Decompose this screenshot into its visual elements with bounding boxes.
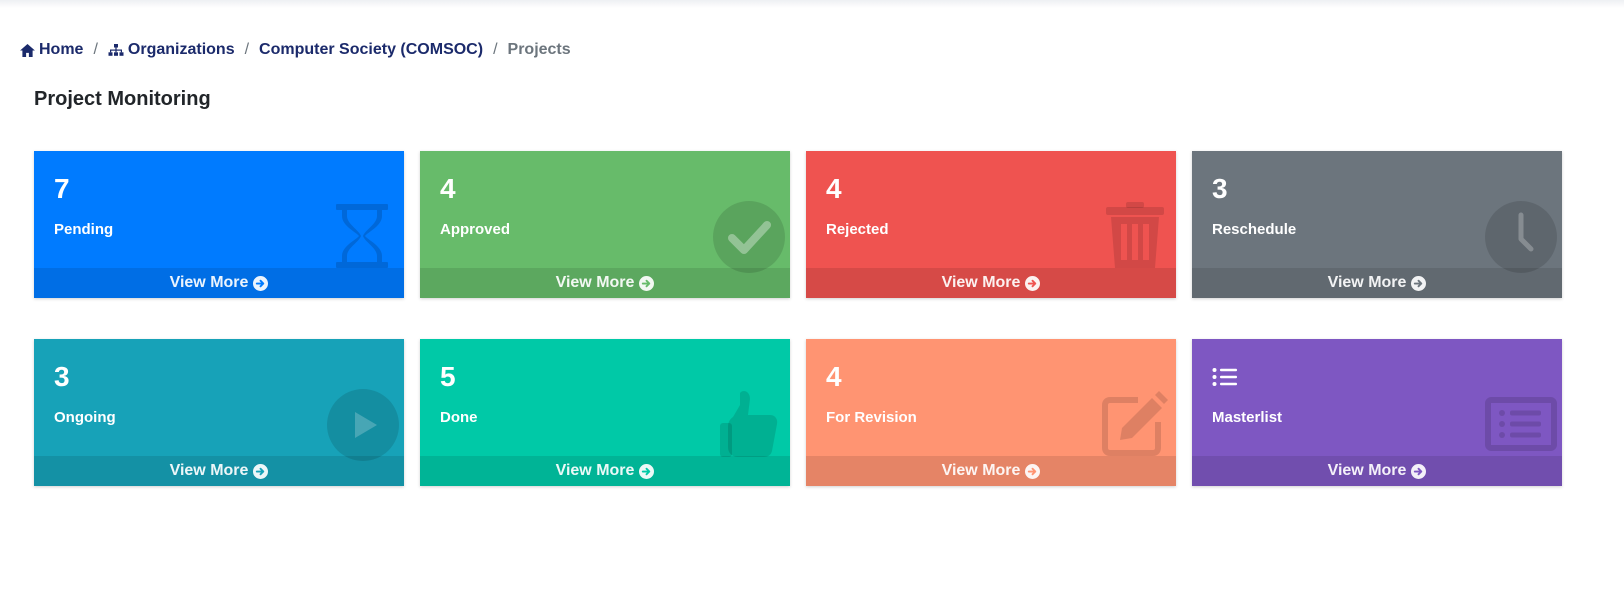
thumbs-up-icon [720,391,778,457]
rejected-label: Rejected [826,221,889,238]
rejected-card[interactable]: 4 Rejected View More [806,151,1176,298]
arrow-circle-right-icon [1411,275,1427,291]
rejected-view-more[interactable]: View More [806,268,1176,298]
list-alt-icon [1485,397,1557,451]
approved-view-more[interactable]: View More [420,268,790,298]
breadcrumb-organizations-label: Organizations [127,41,235,58]
ongoing-label: Ongoing [54,409,116,426]
arrow-circle-right-icon [253,275,269,291]
for-revision-count: 4 [826,361,842,392]
done-view-more[interactable]: View More [420,456,790,486]
hourglass-icon [336,204,388,268]
play-circle-icon [327,389,399,461]
page-title: Project Monitoring [34,88,211,110]
header-shadow [0,0,1624,8]
check-circle-icon [713,201,785,273]
reschedule-label: Reschedule [1212,221,1297,238]
view-more-label: View More [1327,462,1407,479]
pending-card[interactable]: 7 Pending View More [34,151,404,298]
breadcrumb-separator: / [493,41,498,58]
ongoing-count: 3 [54,361,70,392]
rejected-count: 4 [826,173,842,204]
ongoing-view-more[interactable]: View More [34,456,404,486]
reschedule-card[interactable]: 3 Reschedule View More [1192,151,1562,298]
view-more-label: View More [555,274,635,291]
clock-icon [1485,201,1557,273]
arrow-circle-right-icon [1411,463,1427,479]
for-revision-card[interactable]: 4 For Revision View More [806,339,1176,486]
arrow-circle-right-icon [1025,275,1041,291]
approved-count: 4 [440,173,456,204]
breadcrumb-home-label: Home [39,41,84,58]
view-more-label: View More [941,462,1021,479]
view-more-label: View More [555,462,635,479]
pending-count: 7 [54,173,70,204]
breadcrumb-home[interactable]: Home [20,41,83,59]
breadcrumb-organizations[interactable]: Organizations [108,41,235,59]
view-more-label: View More [169,462,249,479]
masterlist-view-more[interactable]: View More [1192,456,1562,486]
done-card[interactable]: 5 Done View More [420,339,790,486]
reschedule-view-more[interactable]: View More [1192,268,1562,298]
arrow-circle-right-icon [639,275,655,291]
pending-label: Pending [54,221,114,238]
reschedule-count: 3 [1212,173,1228,204]
breadcrumb-current: Projects [507,41,571,58]
view-more-label: View More [169,274,249,291]
ongoing-card[interactable]: 3 Ongoing View More [34,339,404,486]
approved-label: Approved [440,221,511,238]
arrow-circle-right-icon [1025,463,1041,479]
view-more-label: View More [941,274,1021,291]
masterlist-label: Masterlist [1212,409,1283,426]
breadcrumb-separator: / [93,41,98,58]
home-icon [20,43,35,57]
view-more-label: View More [1327,274,1407,291]
sitemap-icon [108,44,124,56]
pending-view-more[interactable]: View More [34,268,404,298]
trash-icon [1106,202,1164,268]
done-count: 5 [440,361,456,392]
breadcrumb-separator: / [244,41,250,58]
breadcrumb: Home / Organizations / Computer Society … [20,41,571,59]
approved-card[interactable]: 4 Approved View More [420,151,790,298]
arrow-circle-right-icon [639,463,655,479]
for-revision-label: For Revision [826,409,917,426]
list-icon [1212,368,1237,386]
breadcrumb-organization[interactable]: Computer Society (COMSOC) [259,41,483,59]
arrow-circle-right-icon [253,463,269,479]
masterlist-card[interactable]: Masterlist View More [1192,339,1562,486]
done-label: Done [440,409,478,426]
for-revision-view-more[interactable]: View More [806,456,1176,486]
edit-icon [1102,391,1168,456]
